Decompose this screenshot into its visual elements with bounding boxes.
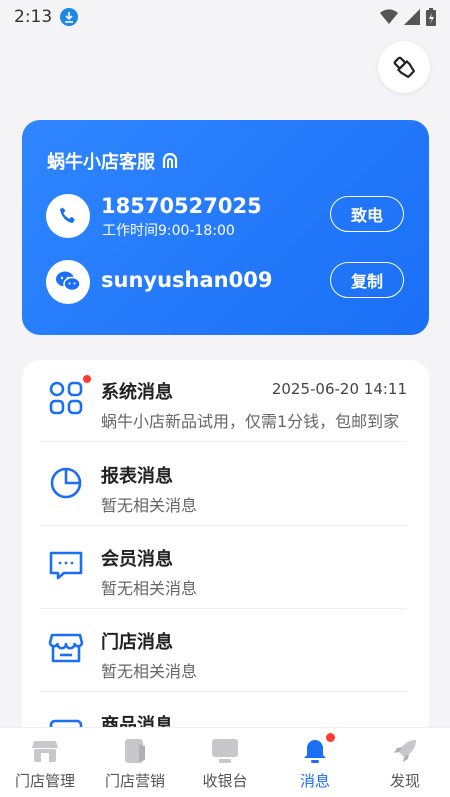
wifi-icon	[380, 9, 398, 24]
marketing-icon	[121, 738, 149, 764]
grid-apps-icon	[49, 381, 83, 415]
call-button[interactable]: 致电	[330, 196, 404, 232]
service-title: 蜗牛小店客服	[47, 148, 179, 174]
snail-logo-icon	[162, 152, 178, 168]
copy-button[interactable]: 复制	[330, 262, 404, 298]
message-item-member[interactable]: 会员消息 暂无相关消息	[22, 527, 429, 609]
divider	[40, 525, 407, 526]
rocket-icon	[391, 738, 419, 764]
work-hours: 工作时间9:00-18:00	[102, 223, 235, 239]
divider	[40, 691, 407, 692]
message-item-store[interactable]: 门店消息 暂无相关消息	[22, 610, 429, 692]
clean-messages-button[interactable]	[378, 41, 430, 93]
divider	[40, 441, 407, 442]
message-time: 2025-06-20 14:11	[271, 380, 407, 398]
tab-cashier[interactable]: 收银台	[180, 728, 270, 797]
message-title: 会员消息	[101, 549, 173, 570]
message-preview: 暂无相关消息	[101, 662, 198, 681]
message-title: 门店消息	[101, 632, 173, 653]
message-item-system[interactable]: 系统消息 2025-06-20 14:11 蜗牛小店新品试用，仅需1分钱，包邮到…	[22, 360, 429, 442]
message-preview: 蜗牛小店新品试用，仅需1分钱，包邮到家	[101, 412, 400, 431]
status-icons	[380, 8, 436, 26]
tab-discover[interactable]: 发现	[360, 728, 450, 797]
unread-dot	[83, 375, 91, 383]
message-preview: 暂无相关消息	[101, 579, 198, 598]
message-list: 系统消息 2025-06-20 14:11 蜗牛小店新品试用，仅需1分钱，包邮到…	[22, 360, 429, 740]
bell-icon	[301, 738, 329, 764]
tab-unread-dot	[326, 733, 335, 742]
tab-messages[interactable]: 消息	[270, 728, 360, 797]
status-time: 2:13	[14, 7, 53, 27]
member-chat-icon	[49, 551, 83, 580]
pie-chart-icon	[50, 467, 82, 499]
tab-store-management[interactable]: 门店管理	[0, 728, 90, 797]
download-icon	[60, 8, 79, 26]
message-title: 系统消息	[101, 382, 173, 403]
message-title: 报表消息	[101, 466, 173, 487]
signal-icon	[404, 9, 420, 25]
storefront-icon	[31, 738, 59, 764]
service-wechat-id: sunyushan009	[101, 268, 273, 292]
customer-service-card: 蜗牛小店客服 18570527025 工作时间9:00-18:00 致电 sun…	[22, 120, 429, 335]
store-icon	[48, 633, 84, 663]
battery-icon	[426, 8, 436, 26]
wechat-row: sunyushan009 复制	[46, 260, 406, 304]
message-item-report[interactable]: 报表消息 暂无相关消息	[22, 444, 429, 526]
wechat-icon	[46, 260, 90, 304]
tab-store-marketing[interactable]: 门店营销	[90, 728, 180, 797]
phone-row: 18570527025 工作时间9:00-18:00 致电	[46, 194, 406, 239]
brush-icon	[393, 56, 415, 78]
service-phone-number: 18570527025	[101, 194, 262, 218]
phone-icon	[46, 194, 90, 238]
status-bar: 2:13	[0, 0, 450, 34]
bottom-tab-bar: 门店管理 门店营销 收银台 消息 发现	[0, 727, 450, 797]
cashier-monitor-icon	[211, 738, 239, 764]
message-preview: 暂无相关消息	[101, 496, 198, 515]
divider	[40, 608, 407, 609]
